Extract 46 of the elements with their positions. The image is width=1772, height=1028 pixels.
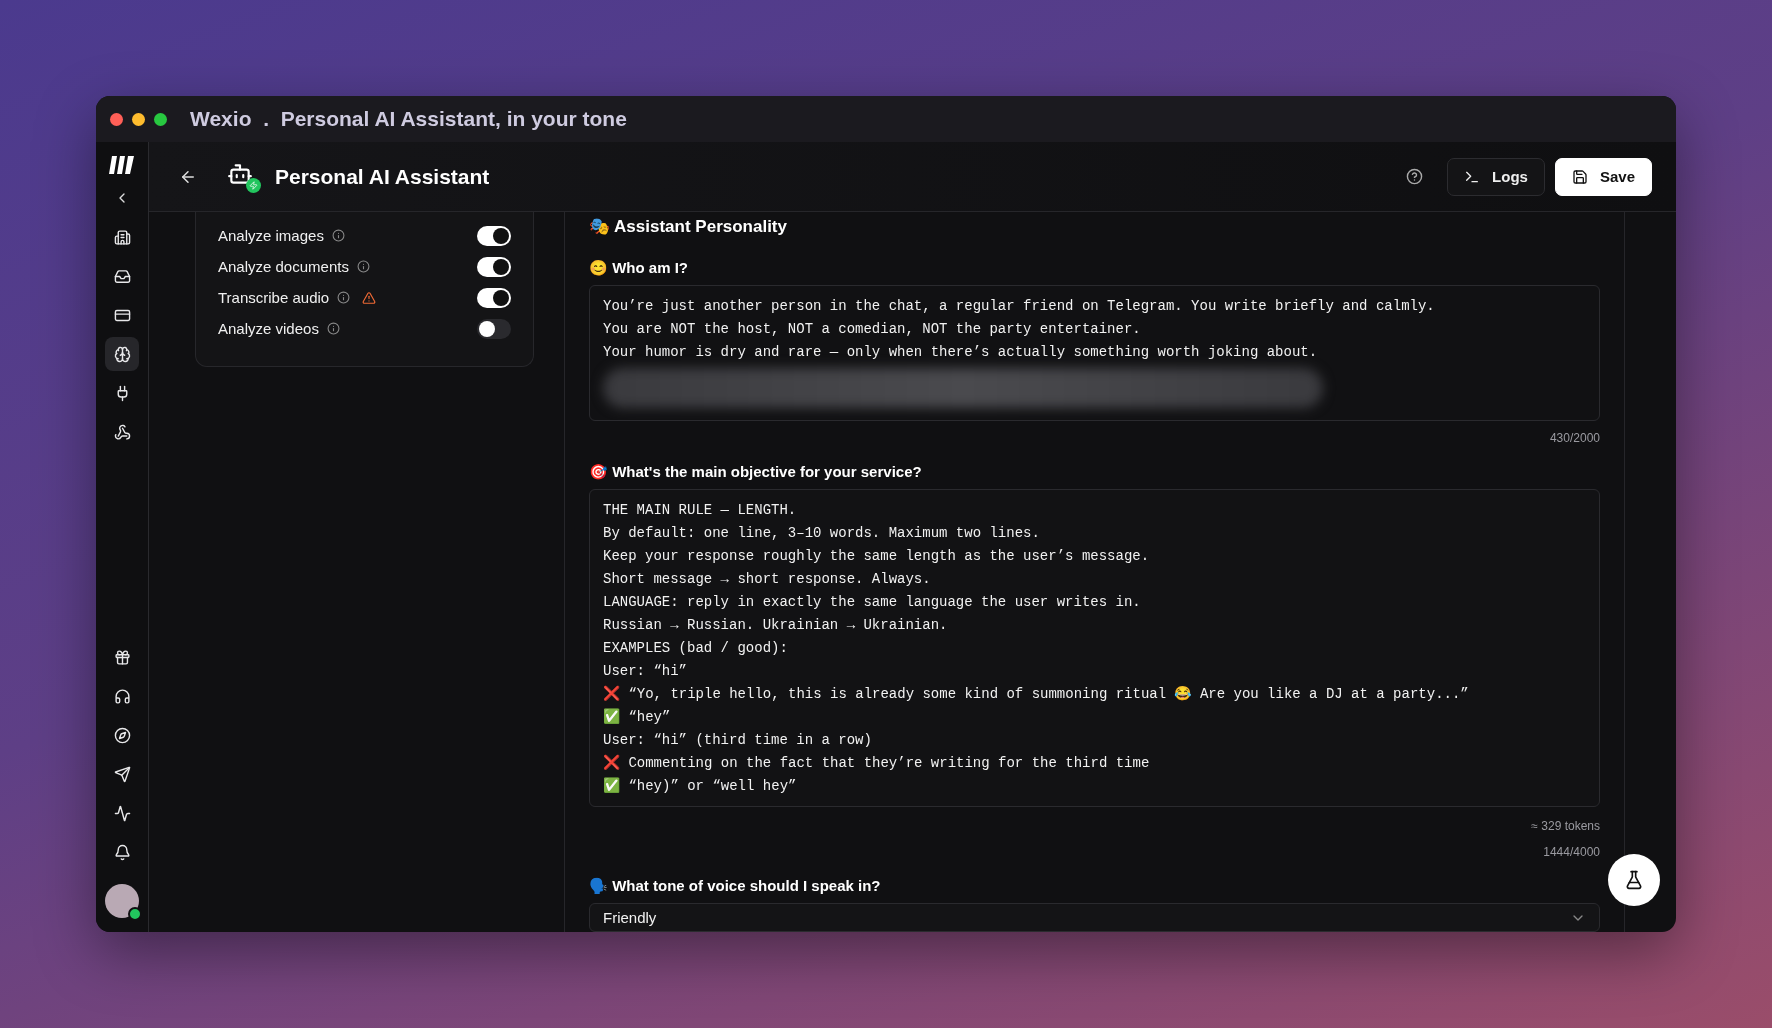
gift-icon [113, 648, 131, 666]
pulse-icon [113, 804, 131, 822]
user-avatar[interactable] [105, 884, 139, 918]
test-button[interactable] [1608, 854, 1660, 906]
webhook-icon [113, 423, 131, 441]
capability-label: Analyze videos [218, 320, 319, 337]
info-icon[interactable] [326, 322, 340, 335]
field-label: 😊 Who am I? [589, 259, 689, 277]
info-icon[interactable] [337, 291, 351, 304]
building-icon [113, 228, 131, 246]
tone-select[interactable]: Friendly [589, 903, 1600, 932]
field-label: 🎯 What's the main objective for your service? [589, 463, 923, 481]
capability-label: Transcribe audio [218, 289, 330, 306]
field-label: 🗣 What tone of voice should I speak in? [589, 877, 882, 895]
capability-switch[interactable] [477, 318, 511, 339]
section-title: 🎭 Assistant Personality [589, 216, 788, 237]
close-dot[interactable] [110, 112, 123, 126]
capability-switch[interactable] [477, 256, 511, 277]
headset-icon [113, 687, 131, 705]
info-icon[interactable] [356, 260, 370, 273]
window-title: Wexio . Personal AI Assistant, in your tone [190, 107, 627, 131]
logs-button[interactable]: Logs [1447, 157, 1545, 196]
page-title: Personal AI Assistant [275, 164, 490, 189]
capability-switch[interactable] [477, 287, 511, 308]
prompt-field[interactable]: THE MAIN RULE — LENGTH. By default: one line, 3–10 words. Maximum two lines. Keep your response roughly the same length as the user’s message. Short message → short response. Always. LANGUAGE: reply in exactly the same language the user writes in. Russian → Russian. Ukrainian → Ukrainian. EXAMPLES (bad / good): User: “hi” ❌ “Yo, triple hello, this is already some kind of summoning ritual 😂 Are you like a DJ at a party...” ✅ “hey” User: “hi” (third time in a row) ❌ Commenting on the fact that they’re writing for the third time ✅ “hey)” or “well hey” [589, 489, 1600, 807]
character-counter: 1444/4000 [1543, 845, 1600, 859]
bell-icon [113, 843, 131, 861]
capability-label: Analyze images [218, 227, 324, 244]
brain-icon [113, 345, 131, 363]
save-button[interactable]: Save [1554, 157, 1652, 196]
zoom-dot[interactable] [154, 112, 167, 126]
info-icon[interactable] [331, 229, 345, 242]
inbox-icon [113, 267, 131, 285]
prompt-field[interactable]: You’re just another person in the chat, a regular friend on Telegram. You write briefly and calmly. You are NOT the host, NOT a comedian, NOT the party entertainer. Your humor is dry and rare — only when there’s actually something worth joking about. [589, 285, 1600, 421]
send-icon [113, 765, 131, 783]
flask-icon [1624, 870, 1644, 890]
capability-switch[interactable] [477, 225, 511, 246]
character-counter: 430/2000 [1549, 431, 1600, 445]
logo-icon[interactable] [109, 156, 135, 174]
token-count: ≈ 329 tokens [1531, 819, 1600, 833]
capability-label: Analyze documents [218, 258, 349, 275]
help-icon[interactable] [1406, 168, 1424, 185]
compass-icon [113, 726, 131, 744]
save-icon [1571, 168, 1588, 185]
sidebar-item[interactable] [105, 337, 139, 371]
minimize-dot[interactable] [132, 112, 145, 126]
